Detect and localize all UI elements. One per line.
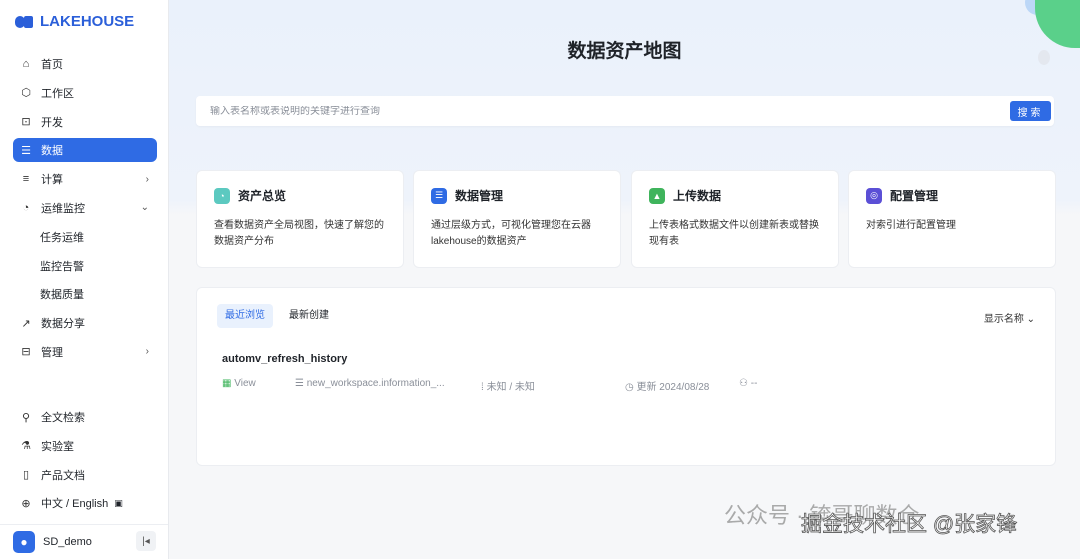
translate-icon: ▣ <box>114 497 123 508</box>
sidebar-nav: ⌂ 首页 ⬡ 工作区 ⊡ 开发 ☰ 数据 ≡ 计算 › ◔ 运维监控 ⌄ 任务运维 监控告警 数… <box>13 52 157 369</box>
search-icon: ⚲ <box>21 411 31 424</box>
user-icon: ⚇ <box>739 378 748 389</box>
avatar: ● <box>13 531 35 553</box>
sidebar-item-fulltext-search[interactable]: ⚲ 全文检索 <box>13 405 157 429</box>
search-button[interactable]: 搜索 <box>1010 101 1051 121</box>
item-updated: ◷ 更新 2024/08/28 <box>625 382 710 393</box>
search-bar: 搜索 <box>196 96 1054 126</box>
collapse-sidebar-button[interactable]: |◂ <box>136 531 156 551</box>
list-icon: ⁞ <box>481 382 484 393</box>
share-icon: ↗ <box>21 317 31 330</box>
sidebar-item-quality[interactable]: 数据质量 <box>13 282 157 306</box>
pie-chart-icon: ◔ <box>214 187 230 204</box>
sidebar-item-manage[interactable]: ⊟ 管理 › <box>13 340 157 364</box>
database-icon: ☰ <box>295 378 304 389</box>
upload-icon: ▲ <box>649 187 665 204</box>
globe-icon: ⊕ <box>21 497 31 510</box>
database-icon: ☰ <box>21 144 31 157</box>
item-owner-info: ⁞ 未知 / 未知 <box>481 382 535 393</box>
cube-icon: ⬡ <box>21 87 31 100</box>
card-data-management[interactable]: ☰ 数据管理 通过层级方式，可视化管理您在云器lakehouse的数据资产 <box>413 170 621 268</box>
sidebar-bottom-nav: ⚲ 全文检索 ⚗ 实验室 ▯ 产品文档 ⊕ 中文 / English ▣ <box>13 405 157 520</box>
sidebar-item-share[interactable]: ↗ 数据分享 <box>13 311 157 335</box>
chevron-down-icon: ⌄ <box>140 202 149 214</box>
clock-icon: ◷ <box>625 382 634 393</box>
manage-icon: ⊟ <box>21 346 31 359</box>
sidebar-item-data[interactable]: ☰ 数据 <box>13 138 157 163</box>
flask-icon: ⚗ <box>21 440 31 453</box>
main-content: 数据资产地图 搜索 ◔资产总览 查看数据资产全局视图，快速了解您的数据资产分布 … <box>169 0 1080 559</box>
view-icon: ▦ <box>222 378 232 389</box>
sidebar-item-task-ops[interactable]: 任务运维 <box>13 225 157 249</box>
tab-recent-created[interactable]: 最新创建 <box>281 304 337 328</box>
tab-recent-viewed[interactable]: 最近浏览 <box>217 304 273 328</box>
recent-item-name[interactable]: automv_refresh_history <box>222 353 347 365</box>
card-upload-data[interactable]: ▲ 上传数据 上传表格式数据文件以创建新表或替换现有表 <box>631 170 839 268</box>
watermark: 掘金技术社区 @张家锋 <box>801 513 1018 537</box>
book-icon: ▯ <box>22 469 30 482</box>
sidebar-item-docs[interactable]: ▯ 产品文档 <box>13 463 157 487</box>
settings-icon: ◎ <box>866 187 882 204</box>
item-type: ▦ View <box>222 378 256 389</box>
user-profile[interactable]: ● SD_demo |◂ <box>0 524 168 559</box>
sidebar-item-compute[interactable]: ≡ 计算 › <box>13 167 157 191</box>
sidebar-item-develop[interactable]: ⊡ 开发 <box>13 110 157 134</box>
card-config-management[interactable]: ◎ 配置管理 对索引进行配置管理 <box>848 170 1056 268</box>
card-asset-overview[interactable]: ◔ 资产总览 查看数据资产全局视图，快速了解您的数据资产分布 <box>196 170 404 268</box>
sidebar-item-ops[interactable]: ◔ 运维监控 ⌄ <box>13 196 157 220</box>
database-icon: ☰ <box>431 187 447 204</box>
sidebar-item-workspace[interactable]: ⬡ 工作区 <box>13 81 157 105</box>
chevron-right-icon: › <box>145 346 149 358</box>
search-input[interactable] <box>210 105 1054 117</box>
terminal-icon: ⊡ <box>21 116 31 129</box>
monitor-icon: ◔ <box>22 201 30 214</box>
display-name-dropdown[interactable]: 显示名称 ⌄ <box>984 310 1035 325</box>
sidebar-item-alerts[interactable]: 监控告警 <box>13 254 157 278</box>
page-title: 数据资产地图 <box>567 41 682 62</box>
recent-panel: 最近浏览 最新创建 显示名称 ⌄ automv_refresh_history … <box>196 287 1056 466</box>
home-icon: ⌂ <box>22 58 30 70</box>
sidebar-item-lab[interactable]: ⚗ 实验室 <box>13 434 157 458</box>
logo[interactable]: LAKEHOUSE <box>15 13 134 30</box>
language-switch[interactable]: ⊕ 中文 / English ▣ <box>13 491 157 515</box>
item-location: ☰ new_workspace.information_... <box>295 378 445 389</box>
sidebar-item-home[interactable]: ⌂ 首页 <box>13 52 157 76</box>
logo-mark-icon <box>15 15 35 29</box>
chevron-down-icon: ⌄ <box>1026 314 1035 325</box>
item-user: ⚇ -- <box>739 378 758 389</box>
sidebar: LAKEHOUSE ⌂ 首页 ⬡ 工作区 ⊡ 开发 ☰ 数据 ≡ 计算 › ◔ 运维监控 ⌄ 任… <box>0 0 169 559</box>
chevron-right-icon: › <box>145 173 149 185</box>
username: SD_demo <box>43 536 92 548</box>
compute-icon: ≡ <box>22 173 30 186</box>
